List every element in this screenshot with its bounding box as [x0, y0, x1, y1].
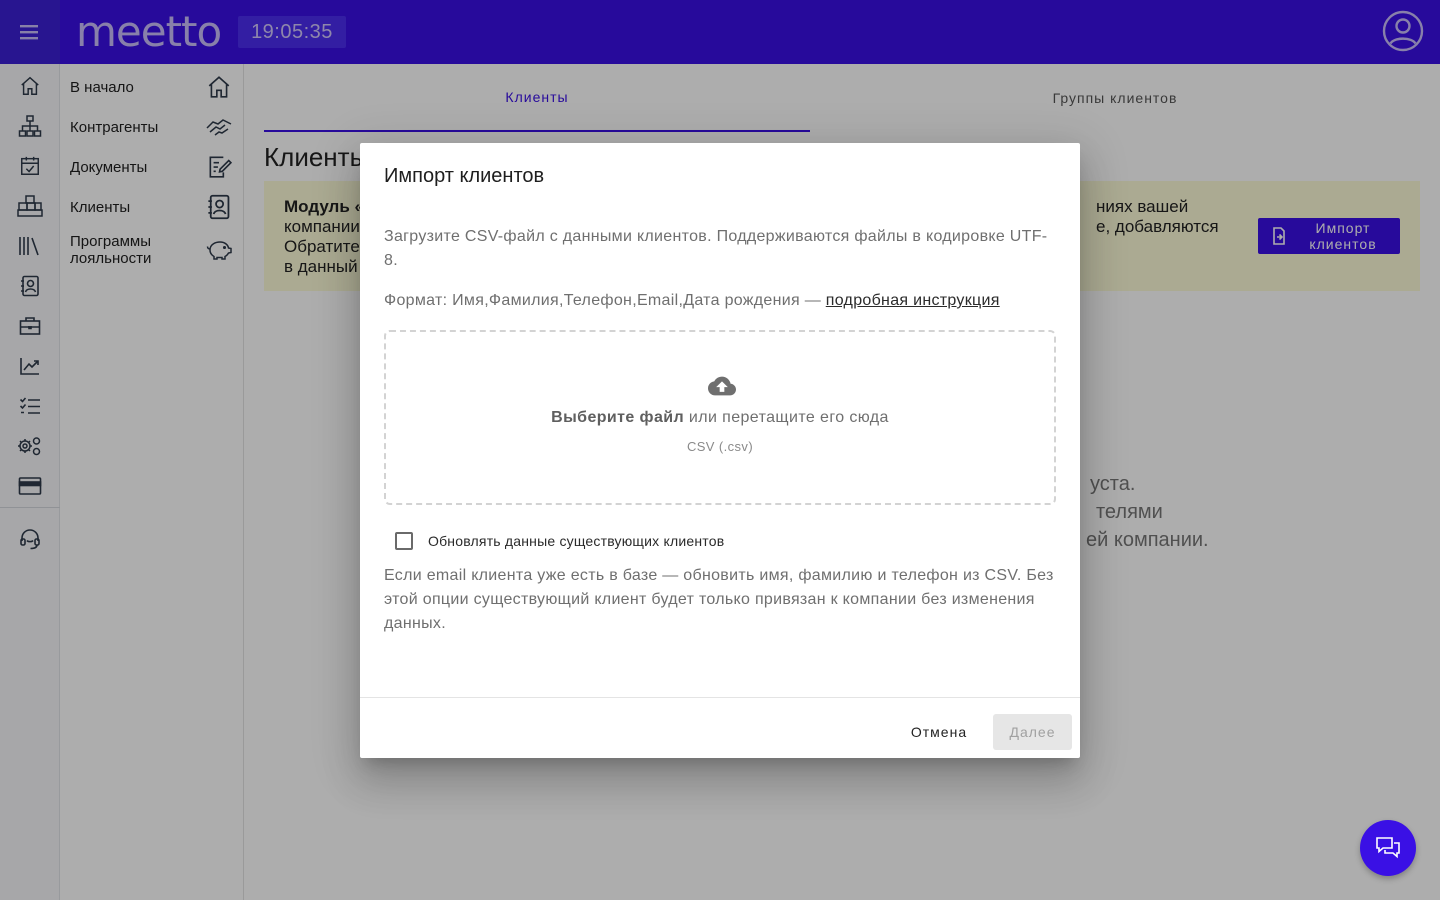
chat-bubbles-icon: [1376, 837, 1400, 859]
file-dropzone[interactable]: Выберите файл или перетащите его сюда CS…: [384, 330, 1056, 505]
import-clients-dialog: Импорт клиентов Загрузите CSV-файл с дан…: [360, 143, 1080, 758]
next-button[interactable]: Далее: [993, 714, 1072, 750]
update-help-text: Если email клиента уже есть в базе — обн…: [384, 567, 1054, 632]
choose-file-link[interactable]: Выберите файл: [551, 409, 684, 426]
format-text: Формат: Имя,Фамилия,Телефон,Email,Дата р…: [384, 292, 826, 309]
cancel-button[interactable]: Отмена: [896, 714, 982, 750]
update-existing-checkbox[interactable]: [395, 532, 413, 550]
chat-button[interactable]: [1360, 820, 1416, 876]
dropzone-text: Выберите файл или перетащите его сюда: [386, 408, 1054, 428]
update-existing-label[interactable]: Обновлять данные существующих клиентов: [428, 532, 724, 550]
format-hint: Формат: Имя,Фамилия,Телефон,Email,Дата р…: [384, 289, 1056, 313]
file-type-hint: CSV (.csv): [686, 439, 754, 454]
dialog-actions-divider: [360, 697, 1080, 698]
drag-text: или перетащите его сюда: [684, 409, 889, 426]
dialog-description: Загрузите CSV-файл с данными клиентов. П…: [384, 228, 1048, 269]
cloud-upload-icon: [708, 376, 736, 396]
dialog-title: Импорт клиентов: [384, 165, 545, 187]
instruction-link[interactable]: подробная инструкция: [826, 292, 1000, 309]
